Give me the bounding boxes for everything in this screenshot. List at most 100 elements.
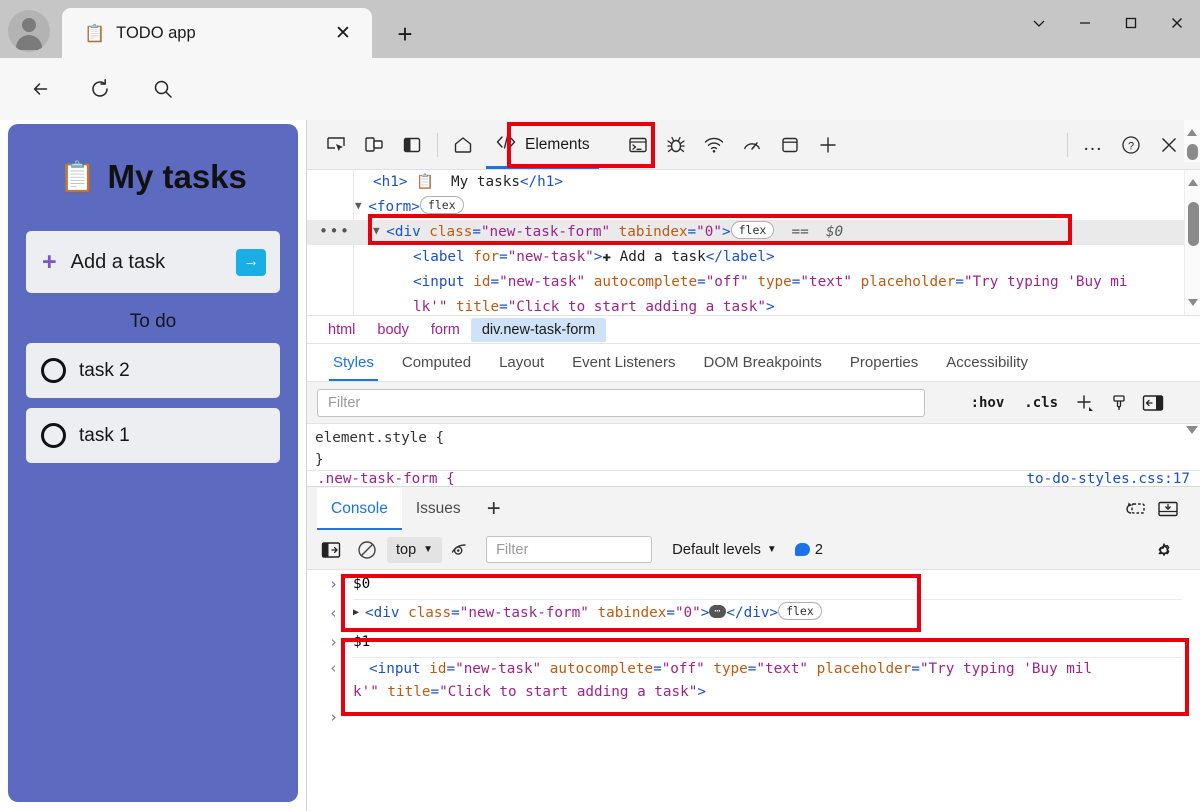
styles-filter-input[interactable]: Filter — [317, 389, 925, 417]
scroll-thumb[interactable] — [1187, 144, 1198, 160]
tab-computed[interactable]: Computed — [388, 345, 485, 381]
css-rule-partial[interactable]: .new-task-form { to-do-styles.css:17 — [307, 470, 1200, 486]
breadcrumb-item[interactable]: html — [317, 318, 366, 342]
show-computed-sidebar-icon[interactable] — [1136, 388, 1170, 418]
list-item[interactable]: task 1 — [26, 408, 280, 463]
log-levels-dropdown[interactable]: Default levels ▼ — [672, 542, 777, 558]
search-icon[interactable] — [146, 72, 180, 106]
inspect-element-icon[interactable] — [317, 126, 355, 164]
css-source-link[interactable]: to-do-styles.css:17 — [1026, 471, 1190, 486]
node-badge-dots-icon[interactable]: ••• — [319, 220, 351, 245]
element-style-rule[interactable]: element.style { } — [307, 424, 1200, 471]
list-item[interactable]: task 2 — [26, 343, 280, 398]
back-icon[interactable] — [24, 72, 58, 106]
console-output-row[interactable]: ‹▶ <div class="new-task-form" tabindex="… — [307, 599, 1200, 628]
scroll-up-arrow[interactable] — [1188, 176, 1198, 186]
scroll-down-arrow[interactable] — [1188, 299, 1198, 309]
console-output[interactable]: ›$0‹▶ <div class="new-task-form" tabinde… — [307, 570, 1200, 771]
console-filter-input[interactable]: Filter — [486, 536, 652, 563]
styles-sidebar-tabs[interactable]: StylesComputedLayoutEvent ListenersDOM B… — [307, 344, 1200, 382]
debugger-bug-icon[interactable] — [657, 126, 695, 164]
breadcrumb-item[interactable]: div.new-task-form — [471, 318, 606, 342]
context-selector[interactable]: top ▼ — [387, 537, 442, 563]
breadcrumb-item[interactable]: body — [366, 318, 419, 342]
tab-accessibility[interactable]: Accessibility — [932, 345, 1042, 381]
dock-side-icon[interactable] — [393, 126, 431, 164]
cls-button[interactable]: .cls — [1014, 395, 1068, 411]
console-result-object[interactable]: <input id="new-task" autocomplete="off" … — [353, 661, 1092, 700]
console-icon[interactable] — [619, 126, 657, 164]
tab-properties[interactable]: Properties — [836, 345, 932, 381]
profile-avatar[interactable] — [8, 10, 50, 52]
new-tab-button[interactable]: + — [388, 18, 422, 50]
styles-rules[interactable]: element.style { } .new-task-form { to-do… — [307, 424, 1200, 486]
console-prompt-row[interactable]: › — [307, 703, 1200, 732]
dom-node[interactable]: <input id="new-task" autocomplete="off" … — [307, 270, 1200, 295]
paintbrush-icon[interactable] — [1102, 388, 1136, 418]
performance-gauge-icon[interactable] — [733, 126, 771, 164]
eye-icon[interactable] — [446, 536, 478, 564]
console-input-row[interactable]: ›$0 — [307, 570, 1200, 599]
new-task-form[interactable]: + Add a task → — [26, 231, 280, 293]
flex-badge[interactable]: flex — [420, 196, 464, 214]
network-wifi-icon[interactable] — [695, 126, 733, 164]
chevron-down-icon[interactable] — [1016, 0, 1062, 46]
disclosure-triangle-icon[interactable]: ▼ — [373, 218, 386, 243]
tab-event-listeners[interactable]: Event Listeners — [558, 345, 689, 381]
plus-icon[interactable] — [809, 126, 847, 164]
tab-elements[interactable]: Elements — [482, 121, 603, 169]
application-window-icon[interactable] — [771, 126, 809, 164]
console-sidebar-icon[interactable] — [315, 536, 347, 564]
dom-node[interactable]: lk'" title="Click to start adding a task… — [307, 295, 1200, 315]
dom-tree-lines[interactable]: <h1> 📋 My tasks</h1>▼ <form>flex•••▼ <di… — [307, 170, 1200, 315]
expand-dots-icon[interactable]: ⋯ — [709, 605, 726, 618]
expand-triangle-icon[interactable]: ▶ — [353, 598, 365, 627]
tab-layout[interactable]: Layout — [485, 345, 558, 381]
disclosure-triangle-icon[interactable]: ▼ — [355, 193, 368, 218]
minimize-icon[interactable] — [1062, 0, 1108, 46]
clear-console-icon[interactable] — [351, 536, 383, 564]
dock-drawer-icon[interactable] — [1152, 495, 1184, 523]
dom-scrollbar[interactable] — [1184, 170, 1200, 315]
dom-node[interactable]: <label for="new-task">✚ Add a task</labe… — [307, 245, 1200, 270]
device-emulation-icon[interactable] — [355, 126, 393, 164]
checkbox-circle-icon[interactable] — [41, 358, 66, 383]
submit-arrow-icon[interactable]: → — [236, 249, 266, 276]
gear-icon[interactable] — [1148, 536, 1180, 564]
more-options-icon[interactable]: … — [1074, 126, 1112, 164]
browser-window: 📋 TODO app ✕ + — [0, 0, 1200, 811]
console-input-row[interactable]: ›$1 — [307, 628, 1200, 657]
dom-node[interactable]: <h1> 📋 My tasks</h1> — [307, 170, 1200, 195]
plus-icon[interactable]: + — [475, 497, 513, 521]
dom-node[interactable]: ▼ <form>flex — [307, 195, 1200, 220]
browser-tab[interactable]: 📋 TODO app ✕ — [62, 8, 372, 58]
tab-issues[interactable]: Issues — [402, 488, 475, 530]
breadcrumb-item[interactable]: form — [420, 318, 471, 342]
console-output-row[interactable]: ‹<input id="new-task" autocomplete="off"… — [307, 657, 1200, 703]
reload-icon[interactable] — [83, 72, 117, 106]
dom-tree[interactable]: <h1> 📋 My tasks</h1>▼ <form>flex•••▼ <di… — [307, 170, 1200, 315]
drawer-tabs[interactable]: Console Issues + — [307, 486, 1200, 530]
checkbox-circle-icon[interactable] — [41, 423, 66, 448]
close-icon[interactable]: ✕ — [328, 18, 358, 48]
new-style-rule-icon[interactable] — [1068, 388, 1102, 418]
scroll-up-arrow[interactable] — [1187, 126, 1197, 136]
close-devtools-icon[interactable] — [1150, 126, 1188, 164]
help-icon[interactable]: ? — [1112, 126, 1150, 164]
tab-styles[interactable]: Styles — [319, 345, 388, 381]
scroll-down-arrow[interactable] — [1186, 426, 1198, 434]
tab-dom-breakpoints[interactable]: DOM Breakpoints — [690, 345, 836, 381]
tab-console[interactable]: Console — [317, 488, 402, 530]
flex-badge[interactable]: flex — [731, 221, 775, 239]
maximize-icon[interactable] — [1108, 0, 1154, 46]
hov-button[interactable]: :hov — [961, 395, 1015, 411]
dom-node-selected[interactable]: •••▼ <div class="new-task-form" tabindex… — [307, 220, 1200, 245]
console-result-object[interactable]: ▶ <div class="new-task-form" tabindex="0… — [353, 605, 822, 621]
breadcrumb[interactable]: htmlbodyformdiv.new-task-form — [307, 315, 1200, 344]
home-icon[interactable] — [444, 126, 482, 164]
styles-scrollbar[interactable] — [1184, 120, 1200, 162]
network-conditions-icon[interactable] — [1120, 495, 1152, 523]
flex-badge[interactable]: flex — [778, 602, 822, 620]
window-close-icon[interactable] — [1154, 0, 1200, 46]
scroll-thumb[interactable] — [1188, 202, 1199, 246]
